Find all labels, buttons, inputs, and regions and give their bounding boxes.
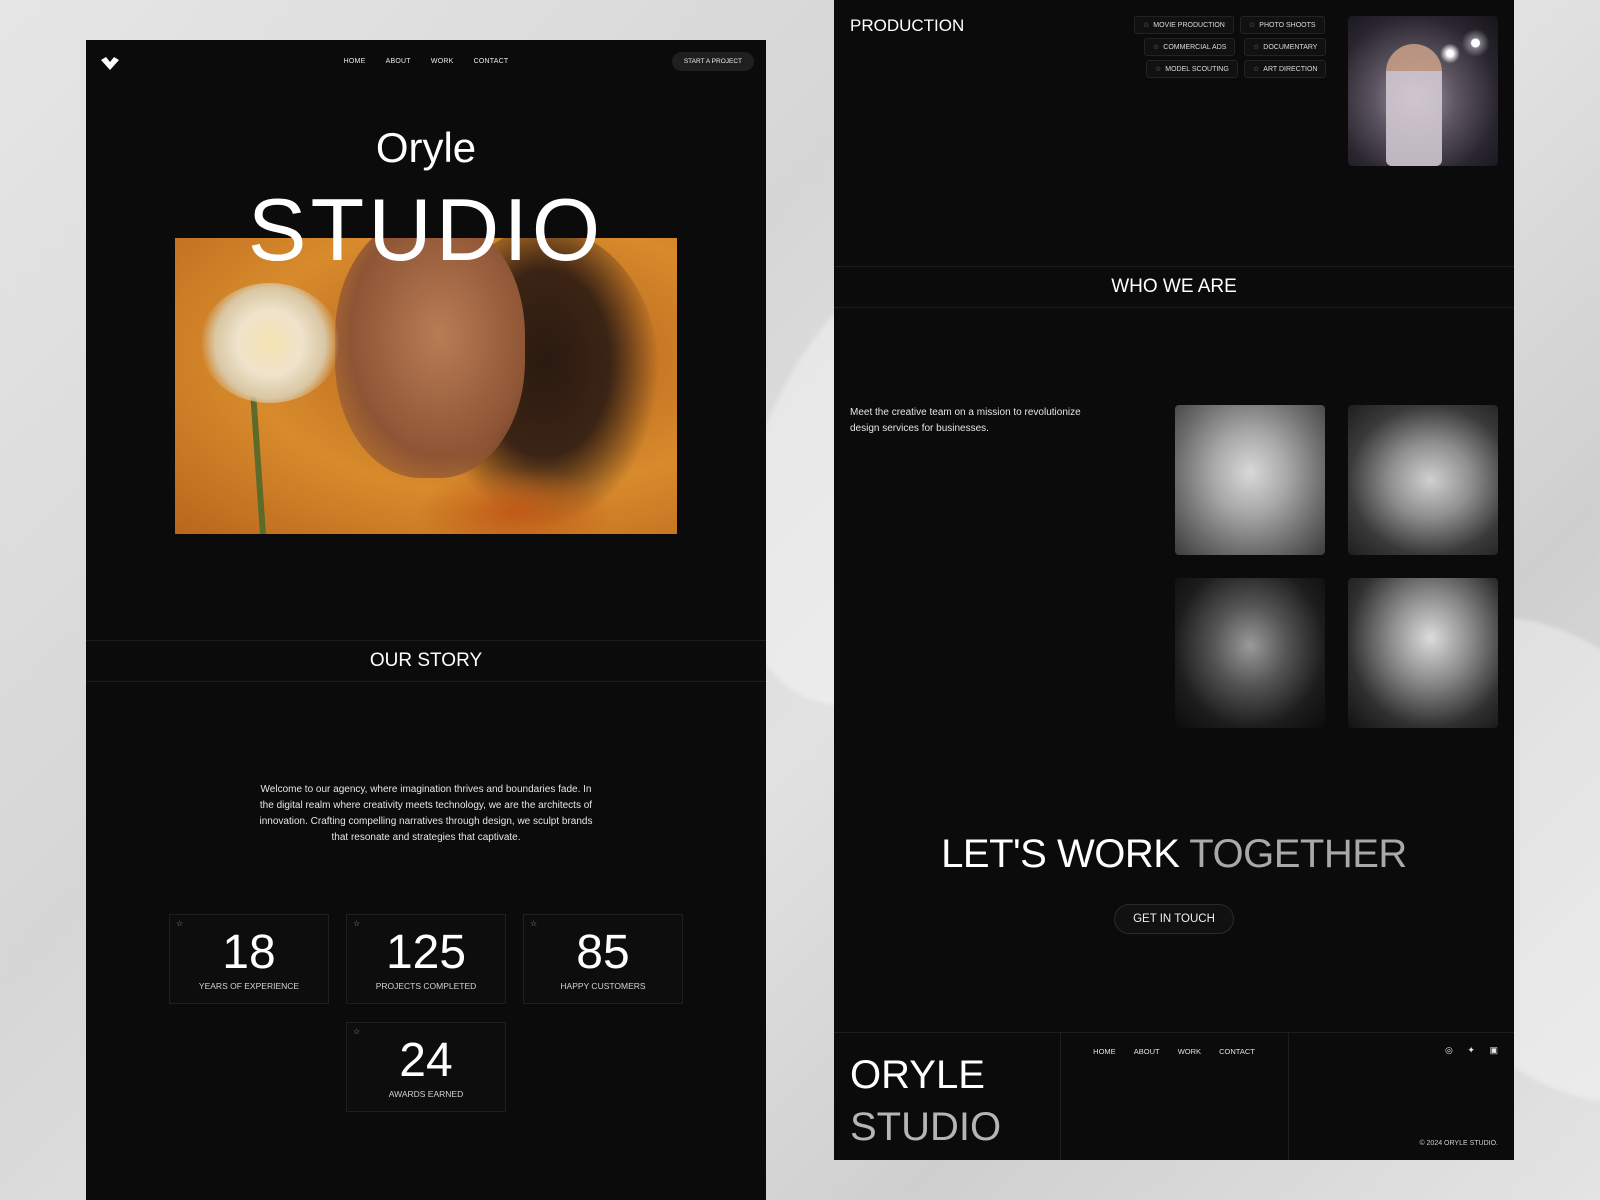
landing-page-right: PRODUCTION ☆ MOVIE PRODUCTION ☆ PHOTO SHOO… <box>834 0 1514 1160</box>
stat-label: PROJECTS COMPLETED <box>375 981 477 991</box>
tag-photo-shoots[interactable]: ☆ PHOTO SHOOTS <box>1240 16 1325 34</box>
copyright: © 2024 ORYLE STUDIO. <box>1419 1140 1498 1147</box>
stat-card: ☆ 85 HAPPY CUSTOMERS <box>523 914 683 1004</box>
stat-value: 125 <box>385 926 467 979</box>
footer-brand-line1: ORYLE <box>850 1053 985 1097</box>
production-heading: PRODUCTION <box>850 16 965 35</box>
footer-nav-contact[interactable]: CONTACT <box>1219 1047 1255 1056</box>
nav-contact[interactable]: CONTACT <box>474 58 509 65</box>
star-icon: ☆ <box>1253 44 1260 51</box>
stat-value: 85 <box>576 926 630 979</box>
footer-nav-home[interactable]: HOME <box>1093 1047 1116 1056</box>
tag-commercial-ads[interactable]: ☆ COMMERCIAL ADS <box>1144 38 1236 56</box>
linkedin-icon[interactable]: ▣ <box>1489 1045 1498 1055</box>
team-description: Meet the creative team on a mission to r… <box>850 407 1081 434</box>
social-links: ◎ ✦ ▣ <box>1433 1045 1498 1056</box>
team-member-photo[interactable] <box>1175 578 1325 728</box>
team-member-photo[interactable] <box>1175 405 1325 555</box>
production-photo <box>1348 16 1498 166</box>
stat-label: HAPPY CUSTOMERS <box>560 981 646 991</box>
nav-home[interactable]: HOME <box>344 58 366 65</box>
stat-value: 18 <box>222 926 276 979</box>
top-nav: HOME ABOUT WORK CONTACT <box>86 58 766 65</box>
footer: ORYLE STUDIO HOME ABOUT WORK CONTACT ◎ ✦… <box>834 1032 1514 1160</box>
star-icon: ☆ <box>353 1027 361 1036</box>
cta-heading-dim: TOGETHER <box>1189 832 1407 876</box>
footer-nav-about[interactable]: ABOUT <box>1134 1047 1160 1056</box>
team-member-photo[interactable] <box>1348 405 1498 555</box>
nav-work[interactable]: WORK <box>431 58 454 65</box>
who-we-are-heading: WHO WE ARE <box>834 266 1514 308</box>
star-icon: ☆ <box>1253 66 1260 73</box>
stat-label: YEARS OF EXPERIENCE <box>198 981 300 991</box>
footer-nav: HOME ABOUT WORK CONTACT <box>1060 1047 1288 1056</box>
tag-art-direction[interactable]: ☆ ART DIRECTION <box>1244 60 1327 78</box>
star-icon: ☆ <box>1153 44 1160 51</box>
footer-nav-column: HOME ABOUT WORK CONTACT <box>1060 1033 1289 1160</box>
nav-about[interactable]: ABOUT <box>386 58 411 65</box>
hero-title-top: Oryle <box>375 124 477 171</box>
star-icon: ☆ <box>530 919 538 928</box>
instagram-icon[interactable]: ◎ <box>1445 1045 1453 1055</box>
stat-value: 24 <box>399 1034 453 1087</box>
footer-brand: ORYLE STUDIO <box>850 1049 1001 1153</box>
star-icon: ☆ <box>1143 22 1150 29</box>
cta-heading-main: LET'S WORK <box>941 832 1180 876</box>
story-paragraph: Welcome to our agency, where imagination… <box>259 784 593 843</box>
star-icon: ☆ <box>176 919 184 928</box>
tag-movie-production[interactable]: ☆ MOVIE PRODUCTION <box>1134 16 1234 34</box>
cta-heading: LET'S WORK TOGETHER <box>834 832 1514 877</box>
stat-card: ☆ 125 PROJECTS COMPLETED <box>346 914 506 1004</box>
stat-card: ☆ 18 YEARS OF EXPERIENCE <box>169 914 329 1004</box>
tag-documentary[interactable]: ☆ DOCUMENTARY <box>1244 38 1327 56</box>
hero-title-bottom: STUDIO <box>247 186 605 263</box>
hero-image <box>175 238 677 534</box>
stat-label: AWARDS EARNED <box>388 1089 464 1099</box>
twitter-icon[interactable]: ✦ <box>1467 1045 1475 1055</box>
footer-nav-work[interactable]: WORK <box>1178 1047 1201 1056</box>
tag-model-scouting[interactable]: ☆ MODEL SCOUTING <box>1146 60 1238 78</box>
landing-page-left: HOME ABOUT WORK CONTACT START A PROJECT … <box>86 40 766 1200</box>
star-icon: ☆ <box>353 919 361 928</box>
our-story-heading: OUR STORY <box>86 640 766 682</box>
star-icon: ☆ <box>1155 66 1162 73</box>
start-project-button[interactable]: START A PROJECT <box>671 52 754 71</box>
footer-brand-column: ORYLE STUDIO <box>834 1033 1061 1160</box>
team-member-photo[interactable] <box>1348 578 1498 728</box>
star-icon: ☆ <box>1249 22 1256 29</box>
footer-brand-line2: STUDIO <box>850 1105 1002 1149</box>
get-in-touch-button[interactable]: GET IN TOUCH <box>1114 904 1234 934</box>
stat-card: ☆ 24 AWARDS EARNED <box>346 1022 506 1112</box>
